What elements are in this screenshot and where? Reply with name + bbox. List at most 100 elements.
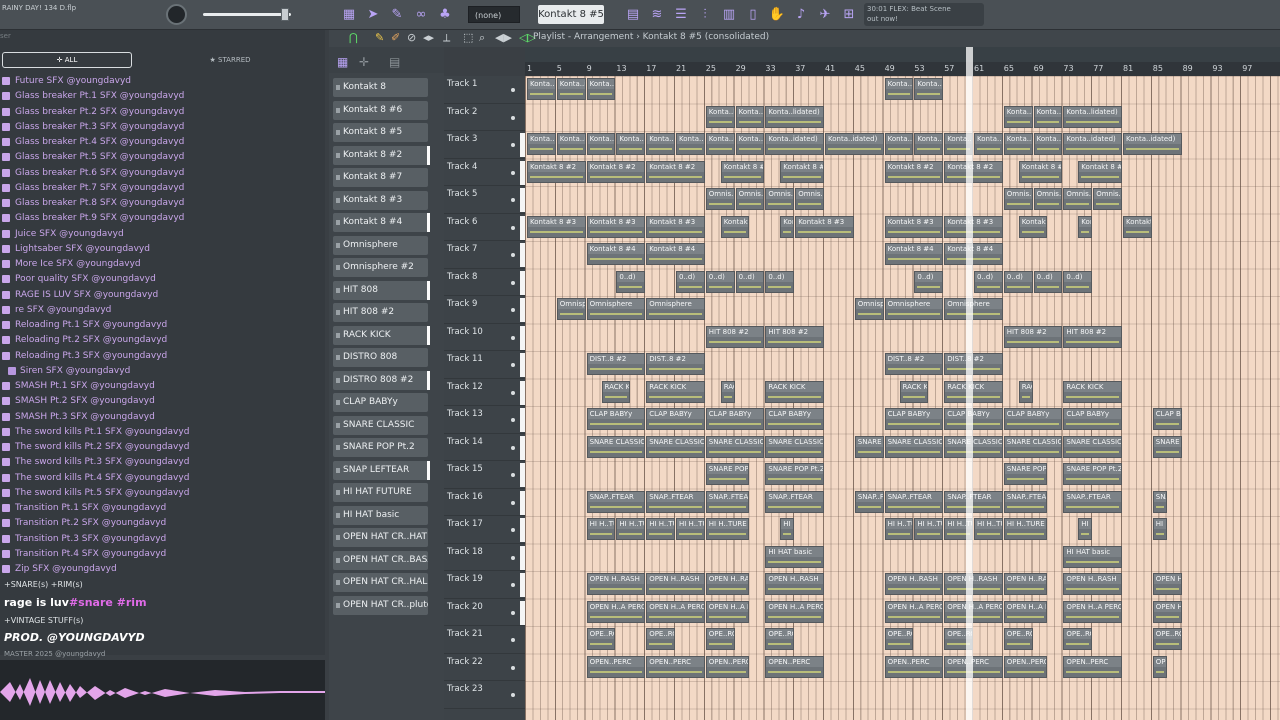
- track-mute-dot[interactable]: [511, 225, 515, 230]
- browser-search[interactable]: ser: [0, 32, 11, 40]
- pattern-clip[interactable]: Kontakt 8 #4: [884, 243, 944, 265]
- pattern-clip[interactable]: SNAP..FTEAR: [705, 490, 750, 513]
- pattern-clip[interactable]: 0..d): [1003, 270, 1033, 293]
- pattern-clip[interactable]: HI H..TURE: [646, 518, 675, 540]
- brush-tool-icon[interactable]: ✐: [391, 31, 400, 44]
- pattern-clip[interactable]: SNARE CLASSIC: [944, 435, 1003, 458]
- channel-button[interactable]: Kontakt 8 #2: [333, 145, 428, 165]
- pattern-clip[interactable]: OPEN H..A PERC: [705, 600, 750, 623]
- magnet-icon[interactable]: ⋂: [349, 31, 358, 44]
- channel-volume-bar[interactable]: [427, 460, 430, 480]
- channel-led[interactable]: [336, 512, 340, 518]
- track-mute-dot[interactable]: [511, 418, 515, 422]
- pattern-clip[interactable]: Kontakt 8 #3: [1018, 215, 1048, 238]
- pattern-clip[interactable]: OPEN..PERC: [884, 655, 944, 678]
- pattern-clip[interactable]: Konta..idated): [974, 133, 1003, 155]
- channel-rack-icon[interactable]: ☰: [672, 6, 690, 24]
- pattern-clip[interactable]: OPEN H..RASH: [1063, 573, 1122, 595]
- pattern-clip[interactable]: Kontakt 8 #3: [1078, 215, 1093, 238]
- browser-item[interactable]: The sword kills Pt.5 SFX @youngdavyd: [0, 486, 325, 501]
- pattern-clip[interactable]: HI H..TURE: [676, 518, 705, 540]
- channel-led[interactable]: [336, 355, 340, 360]
- pattern-clip[interactable]: OPEN..PERC: [765, 655, 824, 678]
- channel-button[interactable]: HIT 808: [333, 280, 428, 300]
- pattern-clip[interactable]: Kontakt 8 #2: [1018, 160, 1063, 183]
- pattern-clip[interactable]: Kontakt 8 #4: [586, 243, 646, 265]
- pattern-clip[interactable]: HIT 808 #2: [705, 325, 765, 348]
- pattern-clip[interactable]: Konta..idated): [616, 133, 646, 155]
- pattern-clip[interactable]: Kontakt 8 #2: [944, 160, 1003, 183]
- pattern-clip[interactable]: SNAP..FTEAR: [1063, 490, 1122, 513]
- pattern-clip[interactable]: Konta..idated): [914, 78, 944, 100]
- pattern-clip[interactable]: OPEN H..A PERC: [884, 600, 944, 623]
- browser-item[interactable]: Glass breaker Pt.1 SFX @youngdavyd: [0, 89, 325, 104]
- track-header[interactable]: Track 23: [444, 681, 525, 709]
- browser-item[interactable]: The sword kills Pt.4 SFX @youngdavyd: [0, 471, 325, 486]
- browser-item[interactable]: Siren SFX @youngdavyd: [0, 364, 325, 379]
- pattern-clip[interactable]: 0..d): [1033, 270, 1063, 293]
- pattern-clip[interactable]: CLAP BABYy: [1003, 408, 1063, 430]
- track-header[interactable]: Track 19: [444, 571, 525, 599]
- pattern-clip[interactable]: Konta..lidated): [705, 105, 735, 128]
- pattern-clip[interactable]: SNAP..FTEAR: [944, 490, 1003, 513]
- wave-icon[interactable]: ≋: [648, 6, 666, 24]
- track-header[interactable]: Track 13: [444, 406, 525, 434]
- pattern-clip[interactable]: RACK KICK: [944, 380, 1003, 403]
- pattern-clip[interactable]: SNARE CLASSIC: [646, 435, 705, 458]
- pattern-clip[interactable]: 0..d): [914, 270, 944, 293]
- track-mute-dot[interactable]: [511, 198, 515, 202]
- channel-led[interactable]: [336, 490, 340, 495]
- channel-led[interactable]: [336, 175, 340, 180]
- tab-starred[interactable]: ★ STARRED: [170, 52, 290, 68]
- pattern-clip[interactable]: DIST..8 #2: [944, 353, 1003, 375]
- track-header[interactable]: Track 1: [444, 76, 525, 104]
- track-mute-dot[interactable]: [511, 170, 515, 175]
- track-mute-dot[interactable]: [511, 253, 515, 257]
- pattern-clip[interactable]: Omnis..idated): [765, 188, 795, 210]
- pattern-clip[interactable]: Omnisphere: [556, 298, 586, 320]
- pattern-clip[interactable]: 0..d): [735, 270, 765, 293]
- pattern-clip[interactable]: SNAP..FTEAR: [646, 490, 705, 513]
- pattern-clip[interactable]: Kontakt 8 #3: [1123, 215, 1152, 238]
- pattern-clip[interactable]: Konta..idated): [586, 78, 616, 100]
- pattern-clip[interactable]: OPE..RC: [1003, 628, 1033, 650]
- pattern-clip[interactable]: HI H..TURE: [1003, 518, 1048, 540]
- track-header[interactable]: Track 12: [444, 379, 525, 406]
- pattern-clip[interactable]: Konta..idated): [1123, 133, 1182, 155]
- pattern-clip[interactable]: OPEN..PERC: [1003, 655, 1048, 678]
- channel-button[interactable]: OPEN HAT CR..HALL PERC: [333, 573, 428, 592]
- pattern-clip[interactable]: 0..d): [676, 270, 705, 293]
- channel-volume-bar[interactable]: [427, 213, 430, 232]
- pattern-clip[interactable]: CLAP BABYy: [705, 408, 765, 430]
- pattern-clip[interactable]: SNAP..FTEAR: [884, 490, 944, 513]
- pattern-clip[interactable]: RACK KICK: [765, 380, 824, 403]
- pattern-clip[interactable]: Omnis..idated): [795, 188, 824, 210]
- track-mute-dot[interactable]: [511, 583, 515, 587]
- pattern-clip[interactable]: Kontakt 8 #3: [780, 215, 795, 238]
- pattern-clip[interactable]: Konta..idated): [556, 133, 586, 155]
- pattern-clip[interactable]: OPE..RC: [1152, 628, 1182, 650]
- channel-led[interactable]: [336, 220, 340, 225]
- pattern-clip[interactable]: SNARE CLASSIC: [586, 435, 646, 458]
- pattern-clip[interactable]: Kontakt 8 #4: [646, 243, 705, 265]
- pattern-clip[interactable]: OPEN H..RASH: [586, 573, 646, 595]
- pattern-selector[interactable]: (none): [468, 6, 520, 23]
- master-pitch-slider[interactable]: [203, 8, 291, 21]
- pattern-clip[interactable]: OPEN H..RASH: [705, 573, 750, 595]
- pattern-clip[interactable]: DIST..8 #2: [586, 353, 646, 375]
- browser-item[interactable]: Glass breaker Pt.3 SFX @youngdavyd: [0, 120, 325, 135]
- tab-all[interactable]: ✛ ALL: [2, 52, 132, 68]
- pattern-clip[interactable]: OPEN..PERC: [944, 655, 1003, 678]
- pattern-clip[interactable]: OPE..RC: [705, 628, 735, 650]
- browser-item[interactable]: More Ice SFX @youngdavyd: [0, 257, 325, 272]
- browser-item[interactable]: Reloading Pt.3 SFX @youngdavyd: [0, 349, 325, 364]
- pattern-icon[interactable]: ▦: [337, 55, 348, 69]
- pattern-clip[interactable]: SNARE CLASSIC: [1063, 435, 1122, 458]
- link-icon[interactable]: ∞: [412, 6, 430, 24]
- pattern-clip[interactable]: OPE..RC: [1063, 628, 1093, 650]
- pattern-clip[interactable]: Konta..idated): [556, 78, 586, 100]
- pattern-clip[interactable]: HIT 808 #2: [1063, 325, 1122, 348]
- pattern-clip[interactable]: Konta..idated): [527, 133, 556, 155]
- track-mute-dot[interactable]: [511, 280, 515, 285]
- track-mute-dot[interactable]: [511, 473, 515, 477]
